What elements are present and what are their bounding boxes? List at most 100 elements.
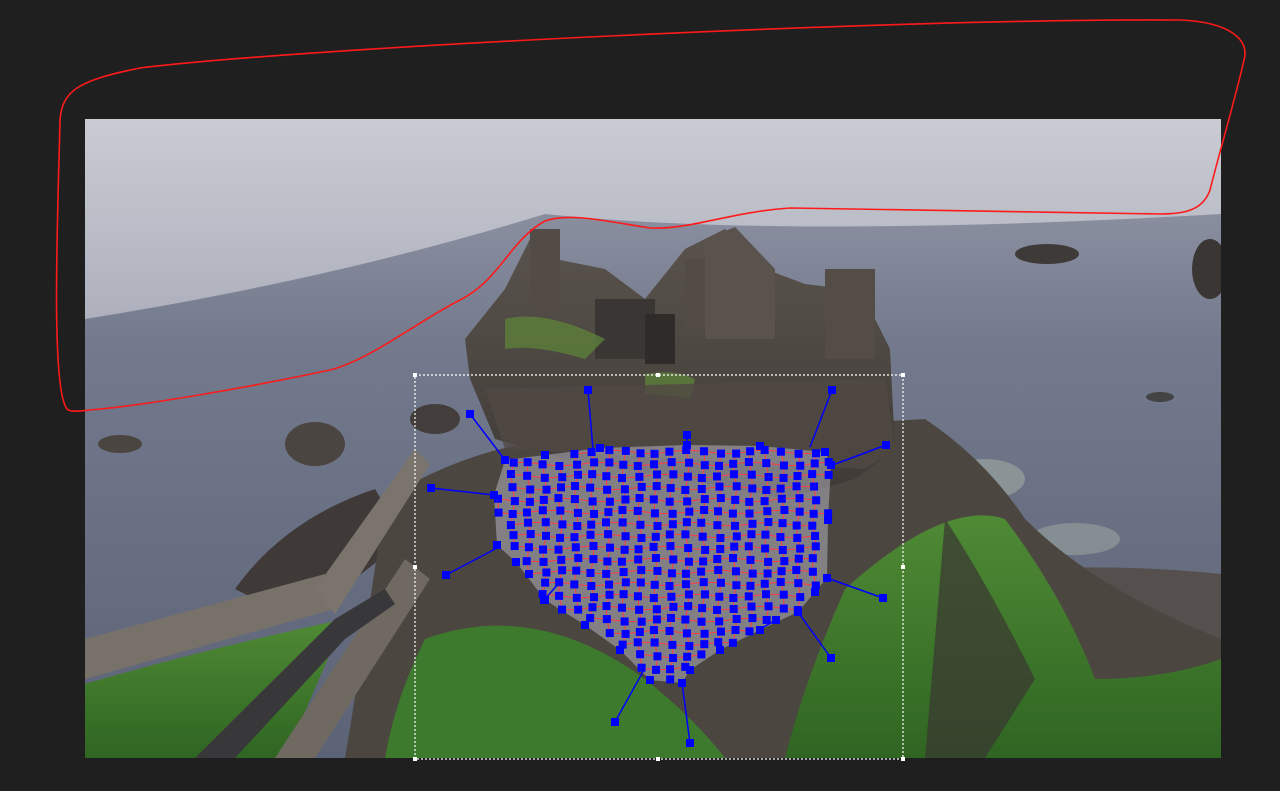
mesh-point[interactable] [746, 447, 755, 456]
mesh-point[interactable] [713, 605, 722, 614]
spoke-handle[interactable] [686, 739, 694, 747]
mesh-point[interactable] [812, 496, 821, 505]
mesh-point[interactable] [653, 652, 662, 661]
mesh-point[interactable] [590, 509, 599, 518]
mesh-point[interactable] [618, 473, 627, 482]
mesh-point[interactable] [605, 446, 614, 455]
mesh-point[interactable] [698, 532, 707, 541]
mesh-point[interactable] [523, 471, 532, 480]
mesh-point[interactable] [681, 530, 690, 539]
mesh-point[interactable] [811, 449, 820, 458]
mesh-point[interactable] [778, 519, 787, 528]
mesh-point[interactable] [573, 460, 582, 469]
mesh-point[interactable] [732, 615, 741, 624]
mesh-point[interactable] [700, 640, 709, 649]
mesh-point[interactable] [617, 603, 626, 612]
mesh-point[interactable] [540, 473, 549, 482]
mesh-point[interactable] [556, 533, 565, 542]
mesh-point[interactable] [665, 530, 674, 539]
mesh-point[interactable] [590, 458, 599, 467]
mesh-point[interactable] [744, 458, 753, 467]
mesh-point[interactable] [572, 566, 581, 575]
mesh-point[interactable] [603, 557, 612, 566]
mesh-point[interactable] [652, 482, 661, 491]
mesh-point[interactable] [796, 544, 805, 553]
mesh-point[interactable] [669, 470, 678, 479]
mesh-point[interactable] [745, 497, 754, 506]
mesh-point[interactable] [589, 542, 598, 551]
mesh-point[interactable] [714, 566, 723, 575]
mesh-point[interactable] [605, 543, 614, 552]
mesh-boundary-point[interactable] [581, 621, 589, 629]
mesh-point[interactable] [650, 509, 659, 518]
mesh-point[interactable] [808, 470, 817, 479]
mesh-point[interactable] [732, 449, 741, 458]
mesh-point[interactable] [682, 629, 691, 638]
mesh-point[interactable] [558, 566, 567, 575]
mesh-point[interactable] [700, 506, 709, 515]
mesh-point[interactable] [649, 593, 658, 602]
mesh-point[interactable] [763, 569, 772, 578]
mesh-point[interactable] [745, 509, 754, 518]
mesh-point[interactable] [713, 472, 722, 481]
mesh-point[interactable] [732, 532, 741, 541]
mesh-point[interactable] [716, 544, 725, 553]
mesh-point[interactable] [684, 557, 693, 566]
mesh-point[interactable] [542, 485, 551, 494]
mesh-point[interactable] [668, 640, 677, 649]
mesh-point[interactable] [666, 542, 675, 551]
mesh-point[interactable] [779, 473, 788, 482]
mesh-point[interactable] [542, 531, 551, 540]
mesh-point[interactable] [764, 473, 773, 482]
spoke-handle[interactable] [828, 386, 836, 394]
mesh-point[interactable] [747, 602, 756, 611]
mesh-point[interactable] [669, 602, 678, 611]
mesh-point[interactable] [808, 567, 817, 576]
mesh-point[interactable] [796, 593, 805, 602]
spoke-handle[interactable] [772, 616, 780, 624]
mesh-point[interactable] [779, 604, 788, 613]
mesh-point[interactable] [539, 557, 548, 566]
mesh-point[interactable] [649, 495, 658, 504]
mesh-point[interactable] [621, 446, 630, 455]
mesh-point[interactable] [731, 626, 740, 635]
mesh-point[interactable] [525, 497, 534, 506]
spoke-handle[interactable] [584, 386, 592, 394]
mesh-point[interactable] [558, 520, 567, 529]
mesh-point[interactable] [811, 542, 820, 551]
mesh-point[interactable] [716, 494, 725, 503]
mesh-point[interactable] [685, 641, 694, 650]
mesh-point[interactable] [666, 484, 675, 493]
mesh-point[interactable] [510, 497, 519, 506]
mesh-point[interactable] [509, 458, 518, 467]
mesh-point[interactable] [633, 638, 642, 647]
mesh-point[interactable] [539, 545, 548, 554]
mesh-point[interactable] [777, 567, 786, 576]
mesh-point[interactable] [665, 581, 674, 590]
mesh-point[interactable] [824, 470, 833, 479]
mesh-point[interactable] [666, 614, 675, 623]
mesh-point[interactable] [748, 519, 757, 528]
mesh-point[interactable] [620, 485, 629, 494]
mesh-point[interactable] [665, 447, 674, 456]
mesh-point[interactable] [526, 530, 535, 539]
mesh-point[interactable] [633, 506, 642, 515]
mesh-point[interactable] [714, 507, 723, 516]
mesh-point[interactable] [651, 554, 660, 563]
mesh-point[interactable] [729, 604, 738, 613]
mesh-point[interactable] [619, 460, 628, 469]
mesh-point[interactable] [587, 581, 596, 590]
spoke-handle[interactable] [466, 410, 474, 418]
mesh-point[interactable] [776, 484, 785, 493]
mesh-point[interactable] [524, 543, 533, 552]
selection-handle[interactable] [413, 565, 417, 569]
mesh-point[interactable] [794, 449, 803, 458]
mesh-point[interactable] [602, 615, 611, 624]
mesh-point[interactable] [795, 494, 804, 503]
mesh-point[interactable] [699, 557, 708, 566]
spoke-handle[interactable] [427, 484, 435, 492]
mesh-boundary-point[interactable] [541, 451, 549, 459]
mesh-point[interactable] [729, 593, 738, 602]
mesh-boundary-point[interactable] [596, 444, 604, 452]
mesh-point[interactable] [602, 569, 611, 578]
